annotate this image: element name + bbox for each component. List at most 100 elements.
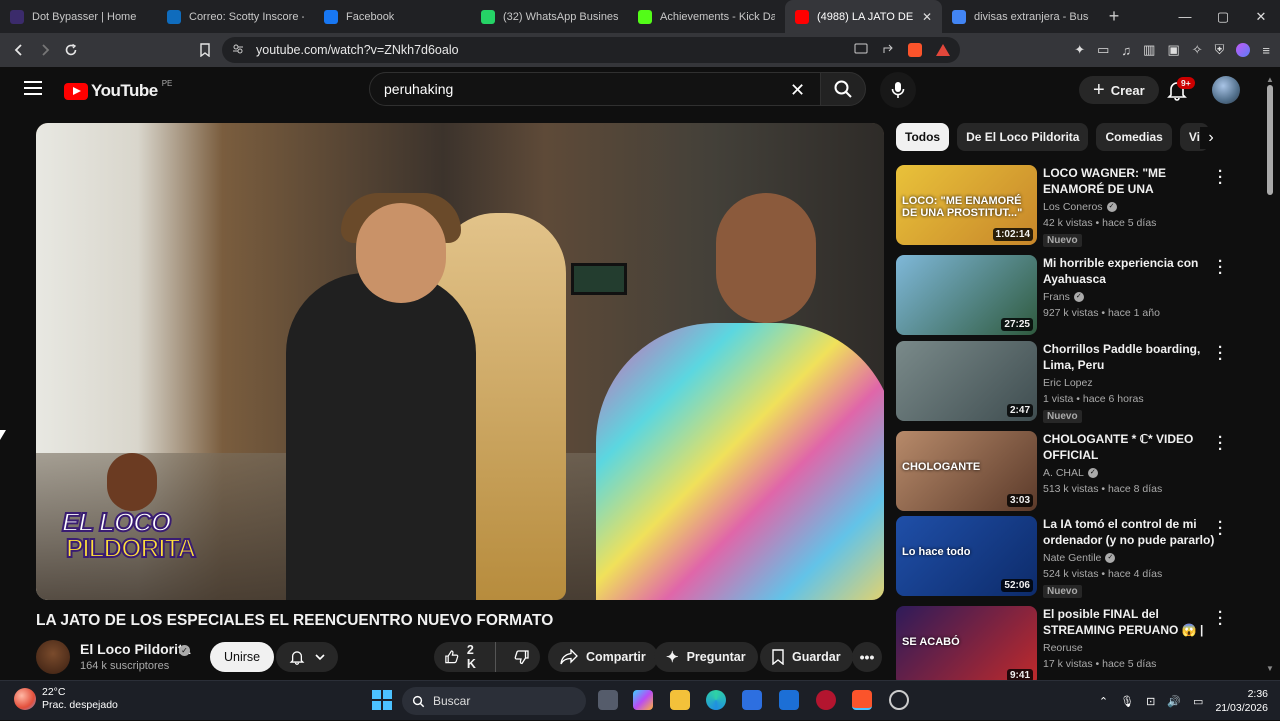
video-thumbnail[interactable]: LOCO: "ME ENAMORÉ DE UNA PROSTITUT..." 1:… [896,165,1037,245]
recommended-channel[interactable]: Los Coneros ✓ [1043,201,1117,213]
forward-icon[interactable] [32,37,58,63]
browser-tab[interactable]: Correo: Scotty Inscore - O [157,0,314,33]
brave-rewards-icon[interactable] [936,44,950,56]
taskbar-search-input[interactable]: Buscar [402,687,586,715]
red-app-icon[interactable] [816,690,836,710]
clear-search-icon[interactable]: ✕ [790,80,805,101]
browser-tab[interactable]: Facebook [314,0,471,33]
outlook-icon[interactable] [779,690,799,710]
edge-icon[interactable] [706,690,726,710]
windows-start-icon[interactable] [372,690,392,710]
youtube-logo[interactable]: YouTube PE [64,79,172,101]
scroll-down-icon[interactable]: ▼ [1266,664,1274,673]
dislike-button[interactable] [504,649,540,665]
video-thumbnail[interactable]: CHOLOGANTE 3:03 [896,431,1037,511]
voice-search-button[interactable] [880,72,916,108]
profile-icon[interactable] [1236,43,1251,57]
recommended-channel[interactable]: Frans ✓ [1043,291,1084,303]
channel-avatar[interactable] [36,640,70,674]
chevron-right-icon[interactable]: › [1200,127,1222,149]
ask-button[interactable]: ✦ Preguntar [654,642,758,672]
scrollbar-thumb[interactable] [1267,85,1273,195]
like-button[interactable]: 2 K [434,642,496,672]
sidebar-icon[interactable]: ▥ [1143,42,1155,58]
address-bar[interactable]: youtube.com/watch?v=ZNkh7d6oalo [222,37,960,63]
page-scrollbar[interactable]: ▲ ▼ [1266,75,1274,673]
more-vertical-icon[interactable]: · · · [1218,430,1223,457]
battery-icon[interactable]: ▭ [1193,695,1203,708]
extensions-icon[interactable]: ✦ [1074,42,1085,58]
recommended-video[interactable]: LOCO: "ME ENAMORÉ DE UNA PROSTITUT..." 1:… [896,164,1236,247]
browser-tab[interactable]: Achievements - Kick Dash [628,0,785,33]
recommended-video[interactable]: SE ACABÓ 9:41 El posible FINAL del STREAMI… [896,605,1236,688]
clock[interactable]: 2:36 21/03/2026 [1215,687,1268,715]
more-vertical-icon[interactable]: · · · [1218,605,1223,632]
video-thumbnail[interactable]: Lo hace todo 52:06 [896,516,1037,596]
reload-icon[interactable] [58,37,84,63]
browser-menu-icon[interactable]: ≡ [1262,43,1270,58]
scroll-up-icon[interactable]: ▲ [1266,75,1274,84]
maximize-button[interactable]: ▢ [1204,0,1242,33]
bookmark-icon[interactable] [192,37,218,63]
filter-chip[interactable]: Comedias [1096,123,1172,151]
recommended-video-title[interactable]: Mi horrible experiencia con Ayahuasca [1043,255,1215,287]
network-icon[interactable]: ⊡ [1146,695,1155,708]
create-button[interactable]: + Crear [1079,76,1159,104]
volume-icon[interactable]: 🔊 [1167,695,1181,708]
video-thumbnail[interactable]: 2:47 [896,341,1037,421]
wallet-icon[interactable]: ▣ [1167,42,1179,58]
leo-ai-icon[interactable]: ✧ [1192,42,1203,58]
video-player[interactable]: EL LOCO PILDORITA [36,123,884,600]
browser-tab[interactable]: (32) WhatsApp Business [471,0,628,33]
recommended-video-title[interactable]: CHOLOGANTE * ℂ* VIDEO OFFICIAL [1043,431,1215,463]
minimize-button[interactable]: — [1166,0,1204,33]
back-icon[interactable] [6,37,32,63]
more-vertical-icon[interactable]: · · · [1218,164,1223,191]
share-button[interactable]: Compartir [548,642,658,672]
recommended-video[interactable]: 27:25 Mi horrible experiencia con Ayahuas… [896,254,1236,337]
more-vertical-icon[interactable]: · · · [1218,340,1223,367]
close-tab-icon[interactable]: ✕ [916,10,932,24]
search-input[interactable]: peruhaking [369,72,821,106]
weather-widget[interactable]: 22°C Prac. despejado [14,686,118,712]
join-button[interactable]: Unirse [210,642,275,672]
share-icon[interactable] [882,43,894,58]
settings-gear-icon[interactable] [889,690,909,710]
task-view-icon[interactable] [598,690,618,710]
mic-tray-icon[interactable]: 🎙 [1120,695,1134,708]
brave-taskbar-icon[interactable] [852,690,872,710]
recommended-video-title[interactable]: El posible FINAL del STREAMING PERUANO 😱… [1043,606,1215,638]
browser-tab[interactable]: (4988) LA JATO DE ✕ [785,0,942,33]
account-avatar[interactable] [1212,76,1240,104]
more-vertical-icon[interactable]: · · · [1218,254,1223,281]
vpn-icon[interactable]: ⛨ [1215,42,1225,58]
subscription-bell-button[interactable] [276,642,338,672]
search-button[interactable] [820,72,866,106]
save-button[interactable]: Guardar [760,642,853,672]
recommended-channel[interactable]: A. CHAL ✓ [1043,467,1098,479]
site-info-icon[interactable] [232,43,244,58]
video-thumbnail[interactable]: 27:25 [896,255,1037,335]
recommended-video[interactable]: CHOLOGANTE 3:03 CHOLOGANTE * ℂ* VIDEO OFFI… [896,430,1236,513]
tray-overflow-icon[interactable]: ⌃ [1099,695,1108,708]
close-window-button[interactable]: ✕ [1242,0,1280,33]
recommended-channel[interactable]: Reoruse [1043,642,1083,654]
recommended-video-title[interactable]: La IA tomó el control de mi ordenador (y… [1043,516,1215,548]
video-thumbnail[interactable]: SE ACABÓ 9:41 [896,606,1037,686]
file-explorer-icon[interactable] [670,690,690,710]
reading-mode-icon[interactable]: ▭ [1097,42,1109,58]
copilot-icon[interactable] [633,690,653,710]
hamburger-menu-icon[interactable] [24,81,42,95]
filter-chip[interactable]: Todos [896,123,950,151]
cast-icon[interactable] [854,43,868,58]
more-vertical-icon[interactable]: · · · [1218,515,1223,542]
recommended-video[interactable]: 2:47 Chorrillos Paddle boarding, Lima, Pe… [896,340,1236,423]
recommended-video[interactable]: Lo hace todo 52:06 La IA tomó el control d… [896,515,1236,598]
recommended-channel[interactable]: Eric Lopez [1043,377,1093,389]
filter-chip[interactable]: De El Loco Pildorita [957,123,1089,151]
recommended-video-title[interactable]: Chorrillos Paddle boarding, Lima, Peru [1043,341,1215,373]
browser-tab[interactable]: divisas extranjera - Buscar [942,0,1099,33]
recommended-video-title[interactable]: LOCO WAGNER: "ME ENAMORÉ DE UNA CARIÑOSA… [1043,165,1215,197]
new-tab-button[interactable]: + [1099,0,1129,33]
more-actions-button[interactable]: ••• [852,642,882,672]
